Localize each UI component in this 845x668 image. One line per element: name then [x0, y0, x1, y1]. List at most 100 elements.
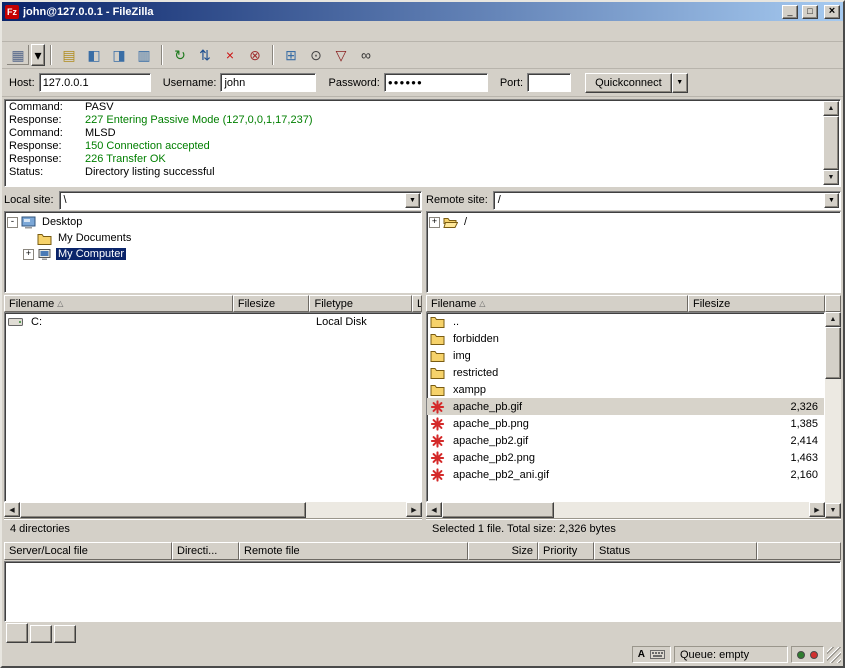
local-horizontal-scrollbar[interactable]: ◀ ▶: [4, 502, 422, 518]
filter-button[interactable]: ▽: [329, 44, 353, 66]
username-input[interactable]: [220, 73, 316, 92]
toggle-message-log-button[interactable]: ▤: [57, 44, 81, 66]
search-button[interactable]: ∞: [354, 44, 378, 66]
quickconnect-dropdown[interactable]: ▼: [672, 73, 688, 93]
chevron-down-icon[interactable]: ▼: [405, 193, 420, 208]
log-scrollbar-thumb[interactable]: [823, 116, 839, 170]
log-scrollbar[interactable]: ▲ ▼: [823, 101, 839, 185]
column-header[interactable]: Filesize: [233, 295, 310, 312]
queue-column-header[interactable]: Size: [468, 542, 538, 560]
port-input[interactable]: [527, 73, 571, 92]
process-queue-button[interactable]: ⇅: [193, 44, 217, 66]
queue-column-header[interactable]: Directi...: [172, 542, 239, 560]
tree-expand-toggle[interactable]: +: [23, 249, 34, 260]
column-header[interactable]: Filename△: [4, 295, 233, 312]
minimize-button[interactable]: _: [782, 5, 798, 19]
log-line: Response: 226 Transfer OK: [9, 153, 820, 166]
menu-item[interactable]: [37, 28, 53, 34]
remote-site-combo[interactable]: / ▼: [493, 191, 841, 210]
queue-column-header[interactable]: Priority: [538, 542, 594, 560]
file-row[interactable]: img: [427, 347, 824, 364]
send-led-icon: [810, 651, 818, 659]
toggle-queue-button[interactable]: ▥: [132, 44, 156, 66]
tree-expand-toggle[interactable]: +: [429, 217, 440, 228]
file-row[interactable]: apache_pb2.png 1,463: [427, 449, 824, 466]
refresh-button[interactable]: ↻: [168, 44, 192, 66]
log-scrollbar-track[interactable]: [823, 116, 839, 170]
column-header[interactable]: Filename△: [426, 295, 688, 312]
toggle-remote-tree-button[interactable]: ◨: [107, 44, 131, 66]
file-row[interactable]: xampp: [427, 381, 824, 398]
tree-item[interactable]: - Desktop: [7, 214, 419, 230]
disconnect-button[interactable]: ⊗: [243, 44, 267, 66]
password-input[interactable]: [384, 73, 488, 92]
scroll-down-icon[interactable]: ▼: [825, 503, 841, 518]
scroll-down-icon[interactable]: ▼: [823, 170, 839, 185]
scroll-up-icon[interactable]: ▲: [823, 101, 839, 116]
file-row[interactable]: apache_pb.png 1,385: [427, 415, 824, 432]
log-line-type: Response:: [9, 153, 85, 166]
scroll-left-icon[interactable]: ◀: [4, 502, 20, 517]
scroll-left-icon[interactable]: ◀: [426, 502, 442, 517]
host-input[interactable]: [39, 73, 151, 92]
column-header[interactable]: Filetype: [309, 295, 412, 312]
queue-tab[interactable]: [54, 625, 76, 643]
queue-column-header[interactable]: Remote file: [239, 542, 468, 560]
file-name: xampp: [453, 384, 486, 396]
menu-item[interactable]: [69, 28, 85, 34]
site-manager-dropdown[interactable]: ▾: [31, 44, 45, 66]
scroll-right-icon[interactable]: ▶: [406, 502, 422, 517]
queue-column-header[interactable]: Server/Local file: [4, 542, 172, 560]
synchronized-browsing-button[interactable]: ⊙: [304, 44, 328, 66]
scrollbar-thumb[interactable]: [825, 327, 841, 379]
file-row[interactable]: apache_pb2_ani.gif 2,160: [427, 466, 824, 483]
menu-item[interactable]: [53, 28, 69, 34]
file-row[interactable]: restricted: [427, 364, 824, 381]
quickconnect-button[interactable]: Quickconnect: [585, 73, 672, 93]
menu-item[interactable]: [85, 28, 101, 34]
close-button[interactable]: ×: [824, 5, 840, 19]
scrollbar-thumb[interactable]: [442, 502, 554, 518]
menu-item[interactable]: [5, 28, 21, 34]
remote-horizontal-scrollbar[interactable]: ◀ ▶: [426, 502, 825, 518]
directory-compare-button[interactable]: ⊞: [279, 44, 303, 66]
tree-expand-toggle[interactable]: -: [7, 217, 18, 228]
cancel-button[interactable]: ×: [218, 44, 242, 66]
scroll-up-icon[interactable]: ▲: [825, 312, 841, 327]
scrollbar-track[interactable]: [825, 327, 841, 503]
queue-column-header[interactable]: Status: [594, 542, 757, 560]
password-label: Password:: [328, 77, 379, 89]
column-header[interactable]: Filesize: [688, 295, 825, 312]
chevron-down-icon[interactable]: ▼: [824, 193, 839, 208]
file-row[interactable]: apache_pb.gif 2,326: [427, 398, 824, 415]
maximize-button[interactable]: □: [802, 5, 818, 19]
scroll-right-icon[interactable]: ▶: [809, 502, 825, 517]
log-line: Command: MLSD: [9, 127, 820, 140]
tree-item[interactable]: + My Computer: [7, 246, 419, 262]
column-header[interactable]: L: [412, 295, 422, 312]
menu-item[interactable]: [21, 28, 37, 34]
queue-tab[interactable]: [30, 625, 52, 643]
log-line: Status: Directory listing successful: [9, 166, 820, 179]
queue-tab[interactable]: [6, 623, 28, 643]
toolbar-icon: ⊗: [249, 48, 261, 62]
log-line-type: Response:: [9, 114, 85, 127]
menu-item[interactable]: [101, 28, 117, 34]
file-row[interactable]: forbidden: [427, 330, 824, 347]
file-row[interactable]: C: Local Disk: [5, 313, 421, 330]
remote-vertical-scrollbar[interactable]: ▲ ▼: [825, 295, 841, 518]
file-row[interactable]: apache_pb2.gif 2,414: [427, 432, 824, 449]
sort-asc-icon: △: [57, 299, 63, 308]
tree-item[interactable]: + /: [429, 214, 838, 230]
remote-list-header: Filename△ Filesize: [426, 295, 825, 312]
tree-item[interactable]: My Documents: [7, 230, 419, 246]
resize-grip[interactable]: [827, 647, 841, 663]
site-manager-button[interactable]: ▦: [6, 44, 30, 66]
scrollbar-thumb[interactable]: [20, 502, 306, 518]
file-row[interactable]: ..: [427, 313, 824, 330]
folder-icon: [430, 332, 445, 345]
port-label: Port:: [500, 77, 523, 89]
toggle-local-tree-button[interactable]: ◧: [82, 44, 106, 66]
local-site-combo[interactable]: \ ▼: [59, 191, 422, 210]
local-list-header: Filename△ Filesize Filetype L: [4, 295, 422, 312]
